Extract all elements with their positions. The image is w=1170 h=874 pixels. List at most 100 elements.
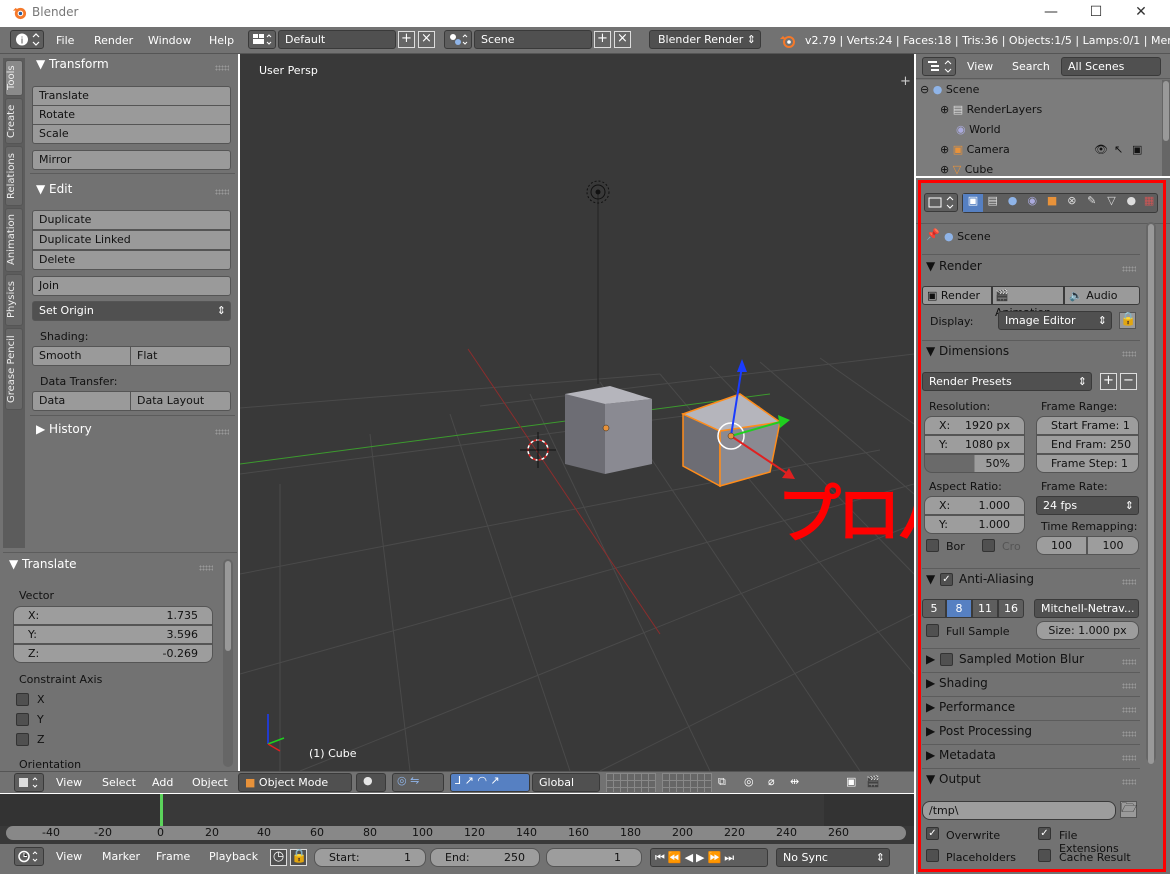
scene-field[interactable]: Scene bbox=[474, 30, 592, 49]
translate-button[interactable]: Translate bbox=[32, 86, 231, 106]
panel-grip-icon[interactable] bbox=[1122, 731, 1136, 737]
panel-grip-icon[interactable] bbox=[215, 189, 229, 195]
outliner-menu-search[interactable]: Search bbox=[1012, 60, 1050, 73]
panel-grip-icon[interactable] bbox=[215, 65, 229, 71]
lock-icon[interactable]: 🔒 bbox=[1119, 312, 1136, 329]
timeline-scrollbar[interactable]: -40 -20 0 20 40 60 80 100 120 140 160 18… bbox=[6, 826, 906, 840]
outliner-item-cube[interactable]: ⊕ ▽ Cube bbox=[940, 163, 993, 176]
render-engine-select[interactable]: Blender Render ⇕ bbox=[649, 30, 761, 49]
data-button[interactable]: Data bbox=[32, 391, 131, 411]
start-frame-field[interactable]: Start: 1 bbox=[314, 848, 426, 867]
vector-y-field[interactable]: Y: 3.596 bbox=[13, 625, 213, 644]
operator-scrollbar[interactable] bbox=[223, 559, 233, 767]
end-frame-field[interactable]: End Fram: 250 bbox=[1036, 435, 1139, 454]
output-panel-header[interactable]: ▼ Output bbox=[926, 772, 981, 786]
output-path-field[interactable]: /tmp\ bbox=[922, 801, 1116, 820]
world-context-icon[interactable]: ◉ bbox=[1022, 194, 1042, 212]
transform-panel-header[interactable]: ▼ Transform bbox=[36, 57, 109, 71]
menu-window[interactable]: Window bbox=[148, 34, 191, 47]
frame-menu[interactable]: Frame bbox=[156, 850, 190, 863]
resolution-percent-slider[interactable]: 50% bbox=[924, 454, 1025, 473]
tab-create[interactable]: Create bbox=[5, 98, 23, 144]
object-context-icon[interactable]: ■ bbox=[1042, 194, 1062, 212]
proportional-edit-icon[interactable]: ◎ bbox=[744, 775, 754, 788]
close-button[interactable]: ✕ bbox=[1118, 2, 1164, 24]
timeline[interactable]: -40 -20 0 20 40 60 80 100 120 140 160 18… bbox=[0, 794, 914, 844]
screen-layout-icon[interactable] bbox=[248, 30, 276, 49]
add-layout-button[interactable]: + bbox=[398, 31, 415, 48]
resolution-x-field[interactable]: X: 1920 px bbox=[924, 416, 1025, 435]
sync-mode-select[interactable]: No Sync ⇕ bbox=[776, 848, 890, 867]
aa-samples-8[interactable]: 8 bbox=[946, 599, 972, 618]
overwrite-checkbox[interactable]: ✓ bbox=[926, 827, 939, 840]
pivot-snap-icons[interactable]: ◎ ⇋ bbox=[392, 773, 444, 792]
resolution-y-field[interactable]: Y: 1080 px bbox=[924, 435, 1025, 454]
aa-samples-11[interactable]: 11 bbox=[972, 599, 998, 618]
editor-type-info-icon[interactable]: i bbox=[10, 30, 44, 49]
history-panel-header[interactable]: ▶ History bbox=[36, 422, 92, 436]
delete-button[interactable]: Delete bbox=[32, 250, 231, 270]
menu-render[interactable]: Render bbox=[94, 34, 133, 47]
panel-grip-icon[interactable] bbox=[1122, 683, 1136, 689]
constraint-y-checkbox[interactable] bbox=[16, 713, 29, 726]
transform-orientation-select[interactable]: Global bbox=[532, 773, 600, 792]
current-frame-indicator[interactable] bbox=[160, 794, 163, 826]
placeholders-checkbox[interactable] bbox=[926, 849, 939, 862]
layer-buttons-1[interactable] bbox=[606, 773, 656, 792]
dimensions-panel-header[interactable]: ▼ Dimensions bbox=[926, 344, 1009, 358]
editor-type-3dview-icon[interactable] bbox=[14, 773, 44, 792]
tab-grease-pencil[interactable]: Grease Pencil bbox=[5, 328, 23, 410]
object-menu[interactable]: Object bbox=[192, 776, 228, 789]
remove-preset-button[interactable]: − bbox=[1120, 373, 1137, 390]
lock-frame-icon[interactable]: 🔒 bbox=[290, 849, 307, 866]
rotate-button[interactable]: Rotate bbox=[32, 105, 231, 125]
render-panel-header[interactable]: ▼ Render bbox=[926, 259, 982, 273]
sampled-motion-blur-panel[interactable]: ▶ Sampled Motion Blur bbox=[922, 648, 1140, 672]
panel-grip-icon[interactable] bbox=[1122, 779, 1136, 785]
aa-samples-5[interactable]: 5 bbox=[922, 599, 946, 618]
3d-viewport[interactable]: User Persp (1) Cube + プロパティ bbox=[240, 54, 914, 771]
preview-range-icon[interactable]: ◷ bbox=[270, 849, 287, 866]
panel-grip-icon[interactable] bbox=[1122, 659, 1136, 665]
edit-panel-header[interactable]: ▼ Edit bbox=[36, 182, 72, 196]
marker-menu[interactable]: Marker bbox=[102, 850, 140, 863]
render-camera-icon[interactable]: ▣ bbox=[1132, 143, 1142, 156]
manipulator-icons[interactable]: ⅃ ↗ ◠ ↗ bbox=[450, 773, 530, 792]
duplicate-button[interactable]: Duplicate bbox=[32, 210, 231, 230]
panel-grip-icon[interactable] bbox=[199, 565, 213, 571]
file-extensions-checkbox[interactable]: ✓ bbox=[1038, 827, 1051, 840]
render-presets-select[interactable]: Render Presets ⇕ bbox=[922, 372, 1092, 391]
display-select[interactable]: Image Editor ⇕ bbox=[998, 311, 1112, 330]
add-menu[interactable]: Add bbox=[152, 776, 173, 789]
operator-panel-header[interactable]: ▼ Translate bbox=[9, 557, 77, 571]
modifiers-wrench-icon[interactable]: ✎ bbox=[1082, 194, 1102, 212]
tab-tools[interactable]: Tools bbox=[5, 60, 23, 96]
outliner-item-world[interactable]: ◉ World bbox=[956, 123, 1001, 136]
panel-grip-icon[interactable] bbox=[1122, 707, 1136, 713]
audio-button[interactable]: 🔈 Audio bbox=[1064, 286, 1140, 305]
duplicate-linked-button[interactable]: Duplicate Linked bbox=[32, 230, 231, 250]
playback-menu[interactable]: Playback bbox=[209, 850, 258, 863]
add-scene-button[interactable]: + bbox=[594, 31, 611, 48]
add-preset-button[interactable]: + bbox=[1100, 373, 1117, 390]
smooth-button[interactable]: Smooth bbox=[32, 346, 131, 366]
constraints-icon[interactable]: ⊗ bbox=[1062, 194, 1082, 212]
render-context-icon[interactable]: ▣ bbox=[963, 194, 983, 212]
menu-help[interactable]: Help bbox=[209, 34, 234, 47]
panel-grip-icon[interactable] bbox=[1122, 266, 1136, 272]
remove-scene-button[interactable]: × bbox=[614, 31, 631, 48]
remove-layout-button[interactable]: × bbox=[418, 31, 435, 48]
set-origin-select[interactable]: Set Origin ⇕ bbox=[32, 301, 231, 321]
current-frame-field[interactable]: 1 bbox=[546, 848, 642, 867]
border-checkbox[interactable] bbox=[926, 539, 939, 552]
constraint-x-checkbox[interactable] bbox=[16, 693, 29, 706]
minimize-button[interactable]: — bbox=[1028, 2, 1074, 24]
tab-physics[interactable]: Physics bbox=[5, 274, 23, 326]
full-sample-checkbox[interactable] bbox=[926, 624, 939, 637]
vector-x-field[interactable]: X: 1.735 bbox=[13, 606, 213, 625]
panel-grip-icon[interactable] bbox=[1122, 755, 1136, 761]
anti-aliasing-panel-header[interactable]: ▼ bbox=[926, 572, 935, 586]
performance-panel[interactable]: ▶ Performance bbox=[922, 696, 1140, 720]
texture-icon[interactable]: ▦ bbox=[1141, 194, 1157, 212]
lock-layers-icon[interactable]: ⧉ bbox=[718, 775, 726, 789]
